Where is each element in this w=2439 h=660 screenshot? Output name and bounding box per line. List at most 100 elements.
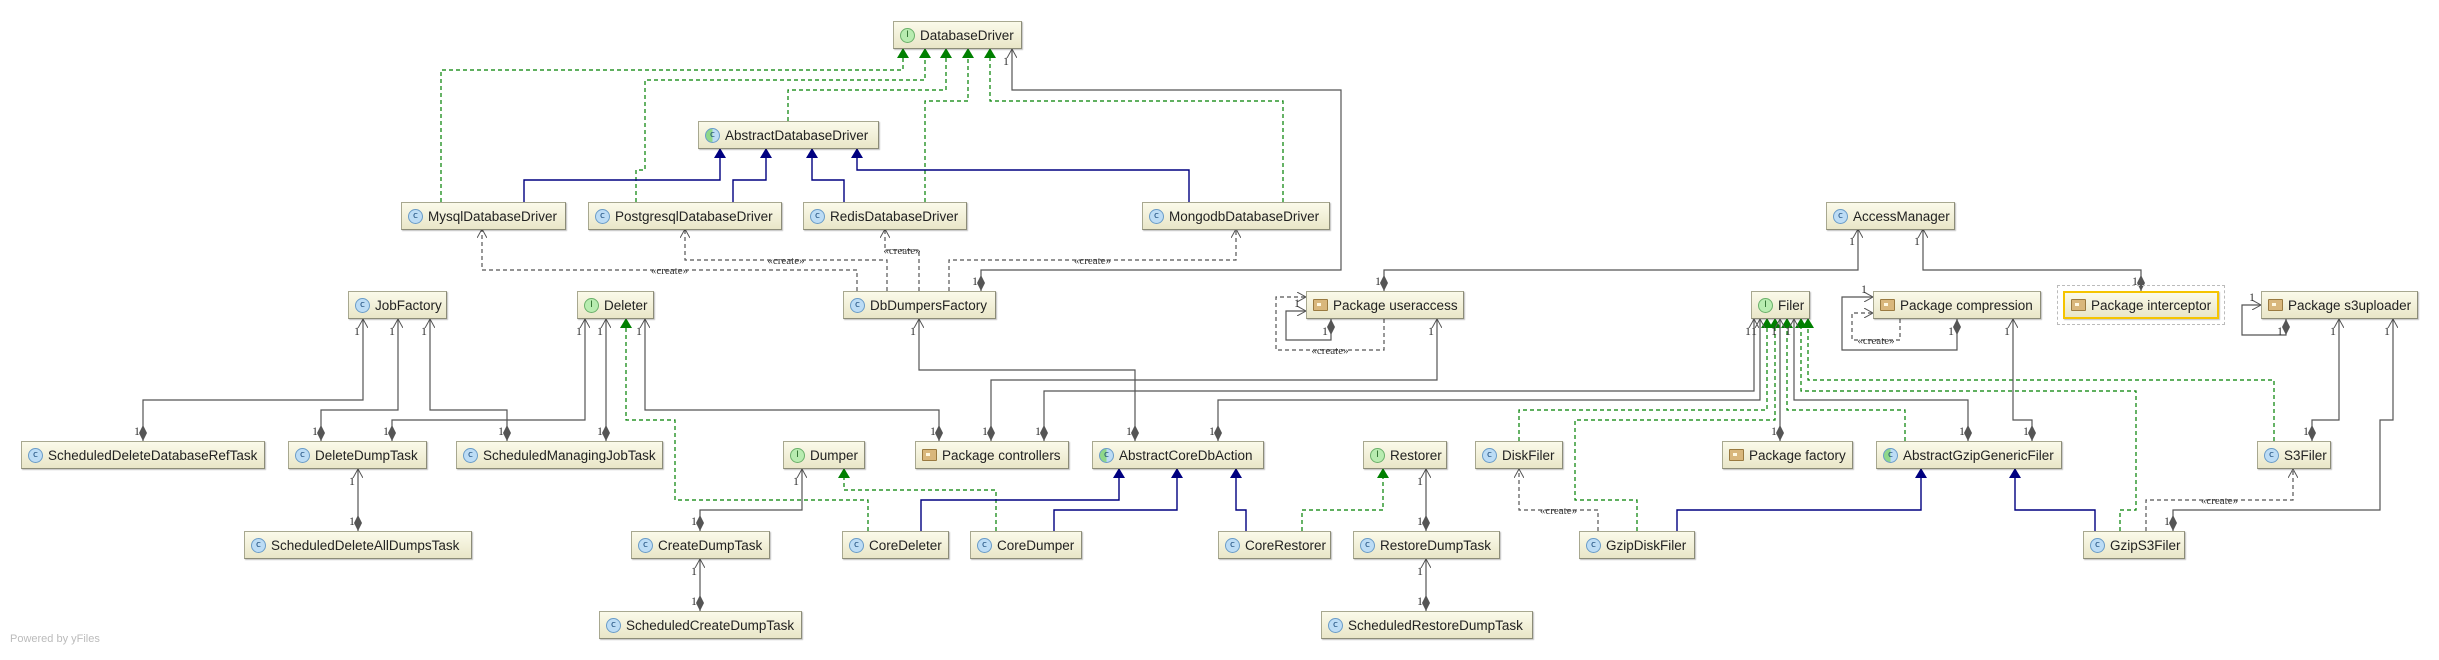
edge-generalization[interactable] <box>2009 468 2096 531</box>
realization-line[interactable] <box>984 48 1284 202</box>
node-redis-database-driver[interactable]: c RedisDatabaseDriver <box>803 202 967 230</box>
node-create-dump-task[interactable]: c CreateDumpTask <box>631 531 770 559</box>
node-delete-dump-task[interactable]: c DeleteDumpTask <box>288 441 427 469</box>
create-line[interactable] <box>885 229 920 291</box>
node-access-manager[interactable]: c AccessManager <box>1826 202 1955 230</box>
edge-generalization[interactable] <box>851 148 1190 202</box>
node-abstract-gzip-generic-filer[interactable]: c AbstractGzipGenericFiler <box>1876 441 2062 469</box>
node-deleter[interactable]: I Deleter <box>577 291 654 319</box>
edge-composition[interactable]: 11 <box>691 559 700 611</box>
node-scheduled-delete-all-dumps-task[interactable]: c ScheduledDeleteAllDumpsTask <box>244 531 472 559</box>
node-package-compression[interactable]: Package compression <box>1873 291 2041 319</box>
composition-line[interactable] <box>2013 319 2032 441</box>
node-restore-dump-task[interactable]: c RestoreDumpTask <box>1353 531 1500 559</box>
realization-line[interactable] <box>1301 468 1389 531</box>
edge-generalization[interactable] <box>732 148 772 202</box>
node-job-factory[interactable]: c JobFactory <box>348 291 447 319</box>
edge-composition[interactable]: 11 <box>982 319 1437 441</box>
interface-icon: I <box>1758 297 1773 313</box>
edge-composition[interactable]: 11 <box>383 319 585 441</box>
realization-line[interactable] <box>924 48 974 202</box>
edge-create[interactable]: «create» <box>1519 469 1599 531</box>
node-dumper[interactable]: I Dumper <box>783 441 865 469</box>
node-postgresql-database-driver[interactable]: c PostgresqlDatabaseDriver <box>588 202 782 230</box>
node-gzip-s3-filer[interactable]: c GzipS3Filer <box>2083 531 2185 559</box>
node-scheduled-managing-job-task[interactable]: c ScheduledManagingJobTask <box>456 441 663 469</box>
edge-composition[interactable]: 11 <box>421 319 507 441</box>
realization-line[interactable] <box>787 48 952 121</box>
node-package-s3uploader[interactable]: Package s3uploader <box>2261 291 2418 319</box>
edge-generalization[interactable] <box>806 148 845 202</box>
node-mongodb-database-driver[interactable]: c MongodbDatabaseDriver <box>1142 202 1330 230</box>
edge-realization[interactable] <box>1301 468 1389 531</box>
node-core-deleter[interactable]: c CoreDeleter <box>842 531 949 559</box>
edge-generalization[interactable] <box>1230 468 1247 531</box>
node-scheduled-create-dump-task[interactable]: c ScheduledCreateDumpTask <box>599 611 802 639</box>
node-core-dumper[interactable]: c CoreDumper <box>970 531 1082 559</box>
node-restorer[interactable]: I Restorer <box>1363 441 1447 469</box>
edge-composition[interactable]: 11 <box>1417 559 1426 611</box>
composition-line[interactable] <box>1923 229 2141 291</box>
class-icon: c <box>2090 537 2105 553</box>
node-package-controllers[interactable]: Package controllers <box>915 441 1069 469</box>
edge-composition[interactable]: 11 <box>1417 469 1426 531</box>
generalization-line[interactable] <box>806 148 845 202</box>
edge-composition[interactable]: 11 <box>636 319 939 441</box>
multiplicity-label: 1 <box>134 424 140 438</box>
composition-line[interactable] <box>143 319 363 441</box>
node-database-driver[interactable]: I DatabaseDriver <box>893 21 1022 49</box>
edge-composition[interactable]: 11 <box>349 469 358 531</box>
node-db-dumpers-factory[interactable]: c DbDumpersFactory <box>843 291 996 319</box>
composition-line[interactable] <box>1384 229 1858 291</box>
generalization-line[interactable] <box>920 468 1125 531</box>
edge-composition[interactable]: 11 <box>597 319 606 441</box>
edge-generalization[interactable] <box>1676 468 1927 531</box>
edge-composition[interactable]: 11 <box>134 319 363 441</box>
edge-composition[interactable]: 11 <box>2303 319 2339 441</box>
uml-diagram-canvas[interactable]: «create» «create» «create» «create» «create»… <box>0 0 2439 660</box>
edge-realization[interactable] <box>924 48 974 202</box>
node-filer[interactable]: I Filer <box>1751 291 1810 319</box>
composition-line[interactable] <box>645 319 939 441</box>
generalization-line[interactable] <box>523 148 726 202</box>
realization-line[interactable] <box>1574 318 1781 531</box>
edge-composition[interactable]: 11 <box>1914 229 2141 291</box>
generalization-line[interactable] <box>732 148 772 202</box>
composition-line[interactable] <box>430 319 507 441</box>
edge-realization[interactable] <box>620 318 869 531</box>
edge-realization[interactable] <box>1574 318 1781 531</box>
edge-realization[interactable] <box>787 48 952 121</box>
generalization-line[interactable] <box>1230 468 1247 531</box>
node-core-restorer[interactable]: c CoreRestorer <box>1218 531 1331 559</box>
generalization-line[interactable] <box>851 148 1190 202</box>
node-gzip-disk-filer[interactable]: c GzipDiskFiler <box>1579 531 1695 559</box>
node-disk-filer[interactable]: c DiskFiler <box>1475 441 1563 469</box>
realization-line[interactable] <box>1518 318 1773 441</box>
edge-composition[interactable]: 11 <box>2164 319 2393 531</box>
edge-generalization[interactable] <box>523 148 726 202</box>
edge-composition[interactable]: 11 <box>1375 229 1858 291</box>
node-mysql-database-driver[interactable]: c MysqlDatabaseDriver <box>401 202 566 230</box>
multiplicity-label: 1 <box>2330 324 2336 338</box>
edge-create[interactable]: «create» <box>948 229 1236 291</box>
multiplicity-label: 1 <box>2303 424 2309 438</box>
node-package-useraccess[interactable]: Package useraccess <box>1306 291 1464 319</box>
realization-line[interactable] <box>620 318 869 531</box>
composition-line[interactable] <box>991 319 1437 441</box>
generalization-line[interactable] <box>2009 468 2096 531</box>
node-s3-filer[interactable]: c S3Filer <box>2257 441 2331 469</box>
edge-generalization[interactable] <box>920 468 1125 531</box>
node-label: JobFactory <box>375 297 442 313</box>
generalization-line[interactable] <box>1676 468 1927 531</box>
node-package-factory[interactable]: Package factory <box>1722 441 1853 469</box>
node-abstract-database-driver[interactable]: c AbstractDatabaseDriver <box>698 121 879 149</box>
edge-realization[interactable] <box>984 48 1284 202</box>
node-label: GzipS3Filer <box>2110 537 2181 553</box>
node-scheduled-restore-dump-task[interactable]: c ScheduledRestoreDumpTask <box>1321 611 1533 639</box>
edge-create[interactable]: «create» <box>883 229 921 291</box>
node-scheduled-delete-database-ref-task[interactable]: c ScheduledDeleteDatabaseRefTask <box>21 441 265 469</box>
node-package-interceptor[interactable]: Package interceptor <box>2057 285 2225 325</box>
edge-realization[interactable] <box>1518 318 1773 441</box>
node-abstract-core-db-action[interactable]: c AbstractCoreDbAction <box>1092 441 1264 469</box>
create-line[interactable] <box>1519 469 1599 531</box>
